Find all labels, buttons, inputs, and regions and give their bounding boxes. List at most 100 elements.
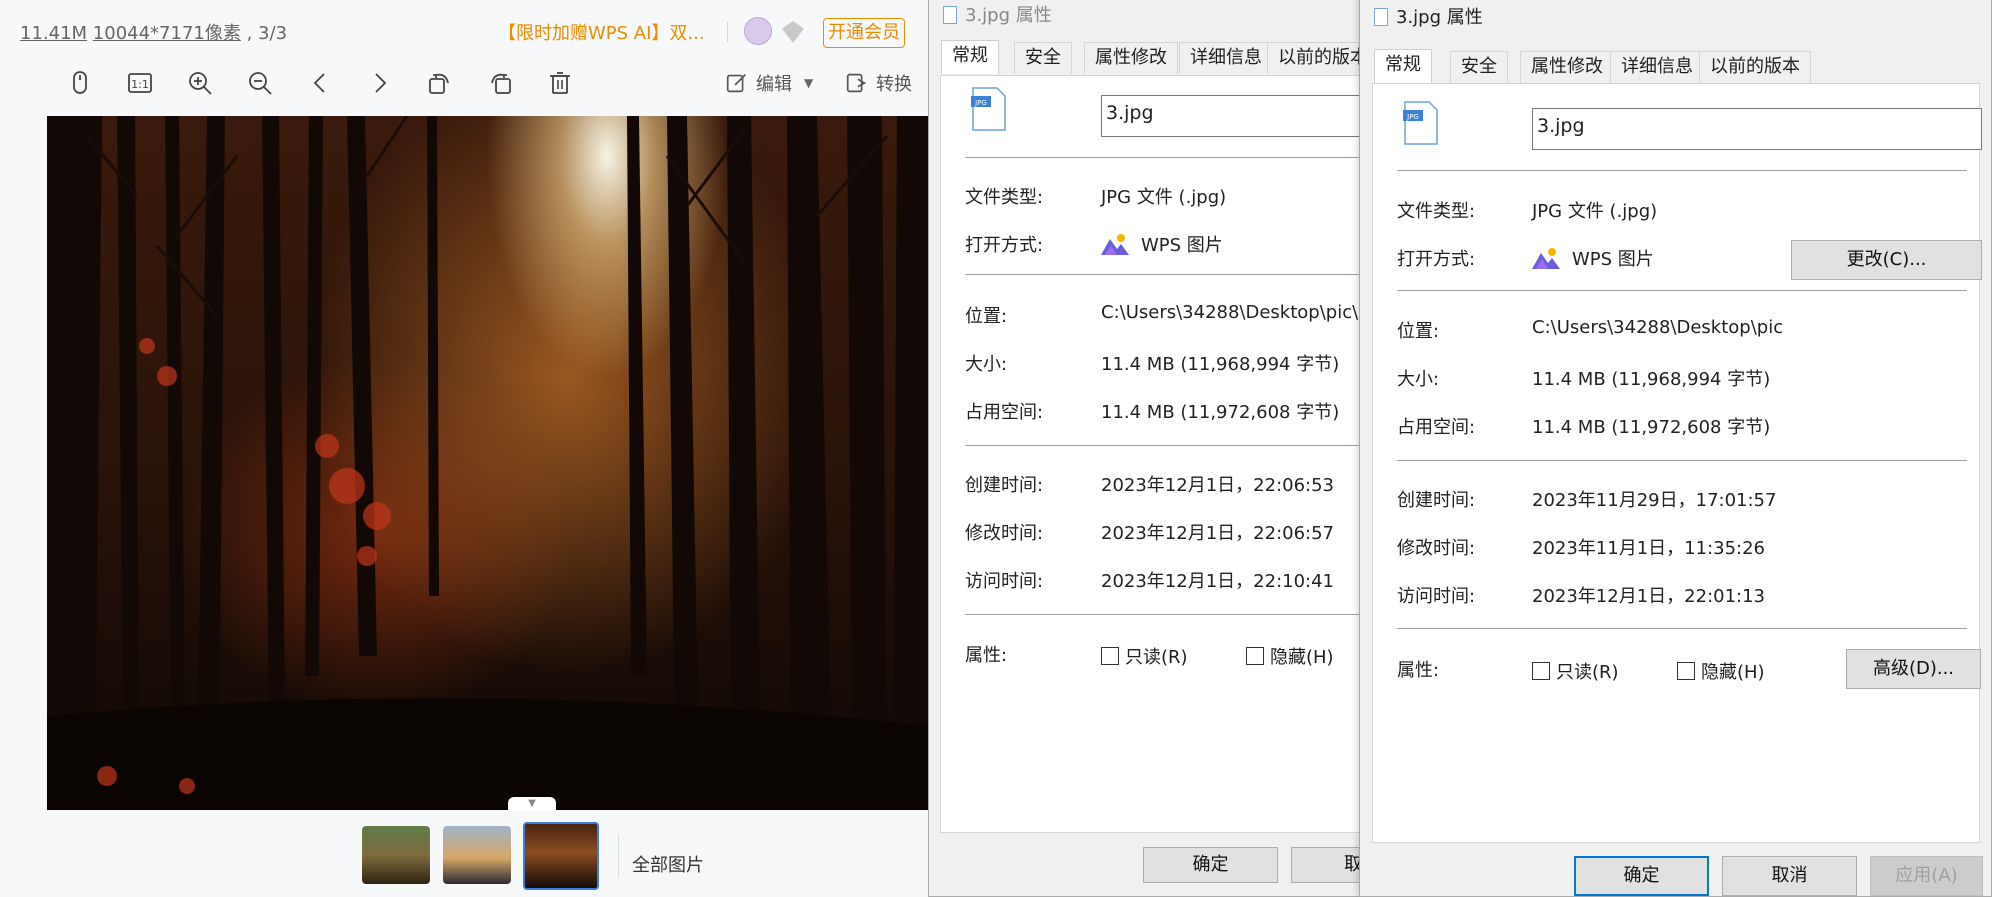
created-value: 2023年11月29日，17:01:57 [1532, 490, 1777, 511]
tab-bar: 常规 安全 属性修改 详细信息 以前的版本 [941, 40, 1379, 74]
rotate-left-icon[interactable] [423, 66, 457, 100]
tab-general[interactable]: 常规 [941, 40, 999, 74]
chevron-down-icon: ▼ [804, 76, 814, 90]
hidden-label: 隐藏(H) [1270, 647, 1334, 668]
divider [965, 157, 1363, 158]
size-value: 11.4 MB (11,968,994 字节) [1532, 369, 1771, 390]
tab-attribute-edit[interactable]: 属性修改 [1084, 42, 1178, 74]
main-photo[interactable] [47, 116, 928, 810]
file-icon [943, 6, 957, 24]
viewer-toolbar: 1:1 编辑 ▼ 转换 [0, 66, 928, 112]
general-panel: JPG 3.jpg 文件类型: JPG 文件 (.jpg) 打开方式: WPS … [940, 75, 1376, 833]
avatar[interactable] [744, 17, 772, 45]
image-info: 11.41M 10044*7171像素 , 3/3 [20, 19, 287, 45]
file-type-label: 文件类型: [1397, 201, 1476, 222]
general-panel: JPG 3.jpg 文件类型: JPG 文件 (.jpg) 打开方式: WPS … [1372, 83, 1982, 843]
dialog-title-text: 3.jpg 属性 [965, 5, 1052, 26]
tab-previous-versions[interactable]: 以前的版本 [1699, 51, 1811, 83]
previous-icon[interactable] [303, 66, 337, 100]
open-with-value: WPS 图片 [1101, 231, 1223, 257]
checkbox-box[interactable] [1677, 662, 1695, 680]
accessed-value: 2023年12月1日，22:10:41 [1101, 571, 1335, 592]
thumbnail-1[interactable] [362, 826, 430, 884]
convert-label: 转换 [876, 74, 912, 95]
tab-security[interactable]: 安全 [1450, 51, 1508, 83]
promo-link[interactable]: 【限时加赠WPS AI】双... [498, 19, 705, 45]
tab-general[interactable]: 常规 [1374, 49, 1432, 83]
ok-button[interactable]: 确定 [1574, 856, 1709, 896]
tab-attribute-edit[interactable]: 属性修改 [1520, 51, 1614, 83]
edit-icon [726, 74, 746, 93]
readonly-checkbox[interactable]: 只读(R) [1532, 658, 1619, 684]
rotate-right-icon[interactable] [483, 66, 517, 100]
viewer-header: 11.41M 10044*7171像素 , 3/3 【限时加赠WPS AI】双.… [0, 0, 928, 64]
disk-size-value: 11.4 MB (11,972,608 字节) [1101, 402, 1340, 423]
thumbnail-divider [618, 834, 619, 878]
divider [965, 274, 1363, 275]
tab-details[interactable]: 详细信息 [1179, 42, 1273, 74]
thumbnail-2[interactable] [443, 826, 511, 884]
all-pictures-link[interactable]: 全部图片 [632, 851, 704, 877]
attributes-label: 属性: [965, 645, 1008, 666]
file-type-value: JPG 文件 (.jpg) [1532, 201, 1658, 222]
divider [1397, 460, 1967, 461]
filename-field[interactable]: 3.jpg [1532, 108, 1982, 150]
checkbox-box[interactable] [1101, 647, 1119, 665]
dialog-title: 3.jpg 属性 [1374, 3, 1483, 29]
image-file-size[interactable]: 11.41M [20, 23, 87, 44]
actual-size-button[interactable]: 1:1 [123, 66, 157, 100]
location-label: 位置: [965, 306, 1008, 327]
image-index: , 3/3 [246, 23, 288, 44]
header-divider [727, 22, 728, 42]
ok-button[interactable]: 确定 [1143, 847, 1278, 883]
file-type-label: 文件类型: [965, 187, 1044, 208]
properties-dialog-front: 3.jpg 属性 常规 安全 属性修改 详细信息 以前的版本 JPG 3.jpg… [1359, 0, 1992, 897]
image-dimensions[interactable]: 10044*7171像素 [93, 23, 241, 44]
modified-label: 修改时间: [965, 523, 1044, 544]
divider [1397, 290, 1967, 291]
checkbox-box[interactable] [1246, 647, 1264, 665]
zoom-out-icon[interactable] [243, 66, 277, 100]
edit-button[interactable]: 编辑 ▼ [724, 68, 813, 98]
hidden-label: 隐藏(H) [1701, 662, 1765, 683]
properties-dialog-back: 3.jpg 属性 常规 安全 属性修改 详细信息 以前的版本 JPG 3.jpg… [928, 0, 1379, 897]
change-button[interactable]: 更改(C)... [1791, 240, 1982, 280]
svg-text:JPG: JPG [1406, 113, 1419, 121]
hidden-checkbox[interactable]: 隐藏(H) [1246, 643, 1334, 669]
mouse-mode-icon[interactable] [63, 66, 97, 100]
apply-button[interactable]: 应用(A) [1870, 856, 1983, 896]
divider [1397, 170, 1967, 171]
modified-label: 修改时间: [1397, 538, 1476, 559]
tab-details[interactable]: 详细信息 [1610, 51, 1704, 83]
location-value: C:\Users\34288\Desktop\pic [1532, 317, 1784, 338]
wps-picture-icon [1532, 247, 1560, 269]
wps-picture-icon [1101, 233, 1129, 255]
readonly-checkbox[interactable]: 只读(R) [1101, 643, 1188, 669]
membership-badge-icon[interactable] [782, 21, 804, 43]
location-label: 位置: [1397, 321, 1440, 342]
next-icon[interactable] [363, 66, 397, 100]
filename-field[interactable]: 3.jpg [1101, 95, 1363, 137]
hidden-checkbox[interactable]: 隐藏(H) [1677, 658, 1765, 684]
cancel-button[interactable]: 取消 [1722, 856, 1857, 896]
file-type-value: JPG 文件 (.jpg) [1101, 187, 1227, 208]
created-label: 创建时间: [965, 475, 1044, 496]
divider [965, 614, 1363, 615]
created-value: 2023年12月1日，22:06:53 [1101, 475, 1335, 496]
vip-button[interactable]: 开通会员 [823, 18, 905, 48]
size-label: 大小: [1397, 369, 1440, 390]
size-value: 11.4 MB (11,968,994 字节) [1101, 354, 1340, 375]
collapse-thumbnails-button[interactable]: ▼ [508, 797, 556, 811]
advanced-button[interactable]: 高级(D)... [1846, 649, 1981, 689]
delete-icon[interactable] [543, 66, 577, 100]
tab-security[interactable]: 安全 [1014, 42, 1072, 74]
modified-value: 2023年12月1日，22:06:57 [1101, 523, 1335, 544]
accessed-value: 2023年12月1日，22:01:13 [1532, 586, 1766, 607]
zoom-in-icon[interactable] [183, 66, 217, 100]
thumbnail-3-selected[interactable] [523, 822, 599, 890]
open-with-label: 打开方式: [1397, 249, 1476, 270]
disk-size-label: 占用空间: [965, 402, 1044, 423]
checkbox-box[interactable] [1532, 662, 1550, 680]
convert-button[interactable]: 转换 [844, 68, 912, 98]
convert-icon [846, 73, 867, 93]
